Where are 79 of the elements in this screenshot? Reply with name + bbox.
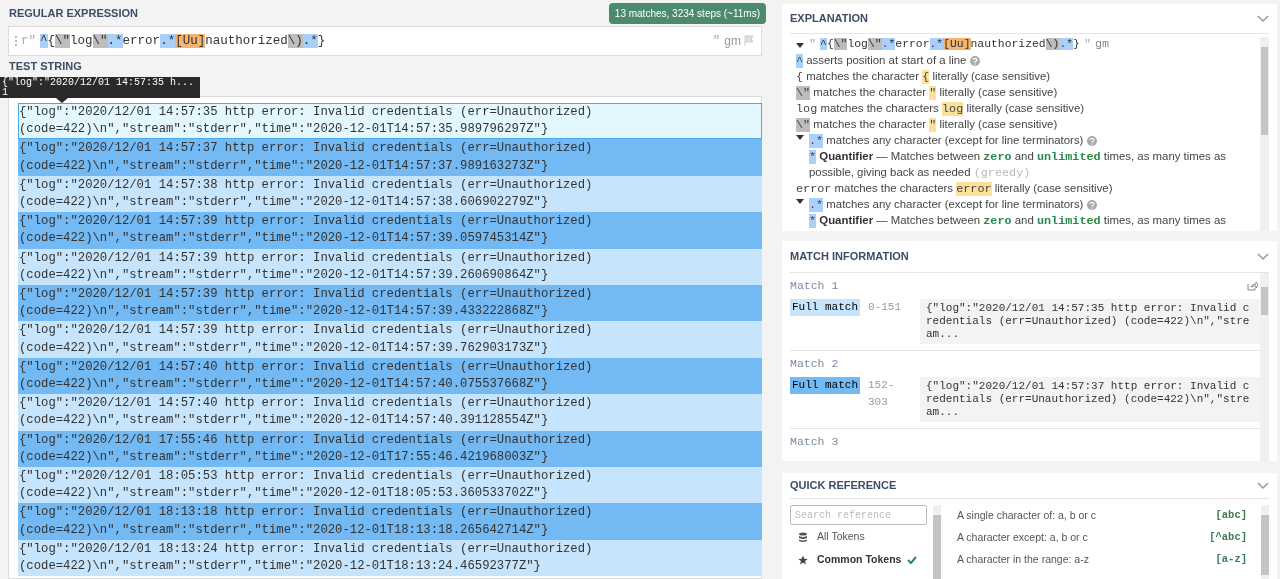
regex-delimiter: " [1083, 37, 1091, 52]
section-title: QUICK REFERENCE [790, 478, 897, 494]
regex-pattern: ^{\"log\".*error.*[Uu]nauthorized\).*} [40, 32, 326, 50]
explanation-text: \" matches the character " literally (case sensitive) [796, 117, 1058, 133]
scrollbar[interactable] [1260, 273, 1269, 461]
explanation-text: .* matches any character (except for line terminators) [809, 197, 1084, 213]
category-item[interactable]: All Tokens [790, 526, 927, 548]
collapse-chevron-icon[interactable] [1257, 252, 1269, 261]
help-icon[interactable] [1087, 200, 1098, 210]
match-highlight: {"log":"2020/12/01 18:13:18 http error: Invalid credentials (err=Unauthorized) (code=422)\n","stream":"stderr","time":"2020-12-01T18:13:18.265642714Z"} [18, 503, 762, 540]
regex-delimiter: " [809, 37, 817, 52]
explanation-text: \" matches the character " literally (case sensitive) [796, 85, 1058, 101]
section-title: MATCH INFORMATION [790, 249, 909, 265]
match-highlight: {"log":"2020/12/01 14:57:38 http error: Invalid credentials (err=Unauthorized) (code=422)\n","stream":"stderr","time":"2020-12-01T14:57:38.606902279Z"} [18, 175, 762, 213]
search-field[interactable]: Search reference [790, 505, 927, 525]
reference-item[interactable]: A character except: a, b or c [^abc] [957, 527, 1247, 549]
regex-pattern: ^{\"log\".*error.*[Uu]nauthorized\).*} [820, 37, 1080, 52]
match-label: Full match [790, 299, 860, 316]
explanation-text: log matches the characters log literally (case sensitive) [796, 101, 1085, 117]
test-string-area[interactable] [8, 96, 762, 579]
explanation-text: { matches the character { literally (case sensitive) [796, 69, 1051, 85]
match-title: Match 1 [790, 278, 839, 295]
help-icon[interactable] [1087, 136, 1098, 146]
match-highlight: {"log":"2020/12/01 17:55:46 http error: Invalid credentials (err=Unauthorized) (code=422)\n","stream":"stderr","time":"2020-12-01T17:55:46.421968003Z"} [18, 430, 762, 468]
section-title: REGULAR EXPRESSION [9, 5, 138, 21]
share-icon[interactable] [1247, 281, 1258, 291]
scrollbar[interactable] [933, 505, 941, 579]
explanation-text: error matches the characters error literally (case sensitive) [796, 181, 1113, 197]
match-range: 152-303 [868, 378, 896, 410]
match-highlight: {"log":"2020/12/01 18:13:24 http error: Invalid credentials (err=Unauthorized) (code=422)\n","stream":"stderr","time":"2020-12-01T18:13:24.46592377Z"} [18, 539, 762, 577]
help-icon[interactable] [970, 56, 981, 66]
match-highlight: {"log":"2020/12/01 18:05:53 http error: Invalid credentials (err=Unauthorized) (code=422)\n","stream":"stderr","time":"2020-12-01T18:05:53.360533702Z"} [18, 467, 762, 504]
match-status-badge: 13 matches, 3234 steps (~11ms) [608, 2, 766, 24]
match-range: 0-151 [868, 300, 903, 315]
caret-icon[interactable] [796, 197, 804, 205]
flag-icon[interactable] [743, 35, 755, 47]
collapse-chevron-icon[interactable] [1257, 481, 1269, 490]
regex-delimiter: r" [21, 32, 36, 50]
match-value: {"log":"2020/12/01 14:57:37 http error: Invalid credentials (err=Unauthorized) (code=422)\n","stream... [920, 377, 1260, 422]
category-item[interactable]: Common Tokens [790, 549, 927, 571]
reference-description: A single character of: a, b or c [957, 508, 1096, 524]
explanation-text: ^ asserts position at start of a line [796, 53, 967, 69]
section-title: EXPLANATION [790, 11, 869, 27]
regex-flags: gm [1095, 37, 1110, 52]
match-highlight: {"log":"2020/12/01 14:57:37 http error: Invalid credentials (err=Unauthorized) (code=422)\n","stream":"stderr","time":"2020-12-01T14:57:37.989163273Z"} [18, 139, 762, 176]
collapse-chevron-icon[interactable] [1257, 14, 1269, 23]
scrollbar[interactable] [1261, 505, 1269, 579]
match-highlight: {"log":"2020/12/01 14:57:39 http error: Invalid credentials (err=Unauthorized) (code=422)\n","stream":"stderr","time":"2020-12-01T14:57:39.059745314Z"} [18, 212, 762, 249]
explanation-text: .* matches any character (except for line terminators) [809, 133, 1084, 149]
section-title: TEST STRING [9, 60, 82, 72]
reference-item[interactable]: A single character of: a, b or c [abc] [957, 505, 1247, 527]
match-title: Match 3 [790, 434, 839, 451]
match-highlight: {"log":"2020/12/01 14:57:40 http error: Invalid credentials (err=Unauthorized) (code=422)\n","stream":"stderr","time":"2020-12-01T14:57:40.391128554Z"} [18, 394, 762, 431]
reference-item[interactable]: A character in the range: a-z [a-z] [957, 549, 1247, 571]
match-highlight: {"log":"2020/12/01 14:57:40 http error: Invalid credentials (err=Unauthorized) (code=422)\n","stream":"stderr","time":"2020-12-01T14:57:40.075537668Z"} [18, 357, 762, 395]
explanation-text: * Quantifier — Matches between zero and unlimited times, as many times as possible, giving back as needed (greedy) [809, 149, 1227, 181]
reference-description: A character except: a, b or c [957, 530, 1088, 546]
database-icon [798, 532, 808, 542]
reference-token: [a-z] [1215, 552, 1247, 568]
match-title: Match 2 [790, 356, 839, 373]
star-icon [798, 555, 808, 565]
tooltip-text: {"log":"2020/12/01 14:57:35 h... [2, 78, 195, 88]
match-highlight: {"log":"2020/12/01 14:57:39 http error: Invalid credentials (err=Unauthorized) (code=422)\n","stream":"stderr","time":"2020-12-01T14:57:39.433222868Z"} [18, 285, 762, 322]
match-label: Full match [790, 377, 860, 394]
match-value: {"log":"2020/12/01 14:57:35 http error: Invalid credentials (err=Unauthorized) (code=422)\n","stream... [920, 299, 1260, 344]
explanation-text: * Quantifier — Matches between zero and unlimited times, as many times as [809, 213, 1226, 229]
regex-delimiter: " [712, 32, 721, 50]
reference-description: A character in the range: a-z [957, 552, 1089, 568]
match-highlight: {"log":"2020/12/01 14:57:35 http error: Invalid credentials (err=Unauthorized) (code=422)\n","stream":"stderr","time":"2020-12-01T14:57:35.989796297Z"} [18, 103, 762, 140]
tooltip-group-number: 1 [2, 88, 8, 98]
match-highlight: {"log":"2020/12/01 14:57:39 http error: Invalid credentials (err=Unauthorized) (code=422)\n","stream":"stderr","time":"2020-12-01T14:57:39.762903173Z"} [18, 321, 762, 358]
reference-token: [abc] [1215, 508, 1247, 524]
regex-input-field[interactable]: r" ^{\"log\".*error.*[Uu]nauthorized\).*} " gm [8, 26, 762, 56]
drag-handle-icon[interactable] [15, 36, 18, 46]
scrollbar[interactable] [1260, 37, 1269, 231]
caret-icon[interactable] [796, 40, 804, 49]
match-highlight: {"log":"2020/12/01 14:57:39 http error: Invalid credentials (err=Unauthorized) (code=422)\n","stream":"stderr","time":"2020-12-01T14:57:39.260690864Z"} [18, 248, 762, 286]
reference-token: [^abc] [1209, 530, 1247, 546]
checkmark-icon [907, 556, 918, 564]
